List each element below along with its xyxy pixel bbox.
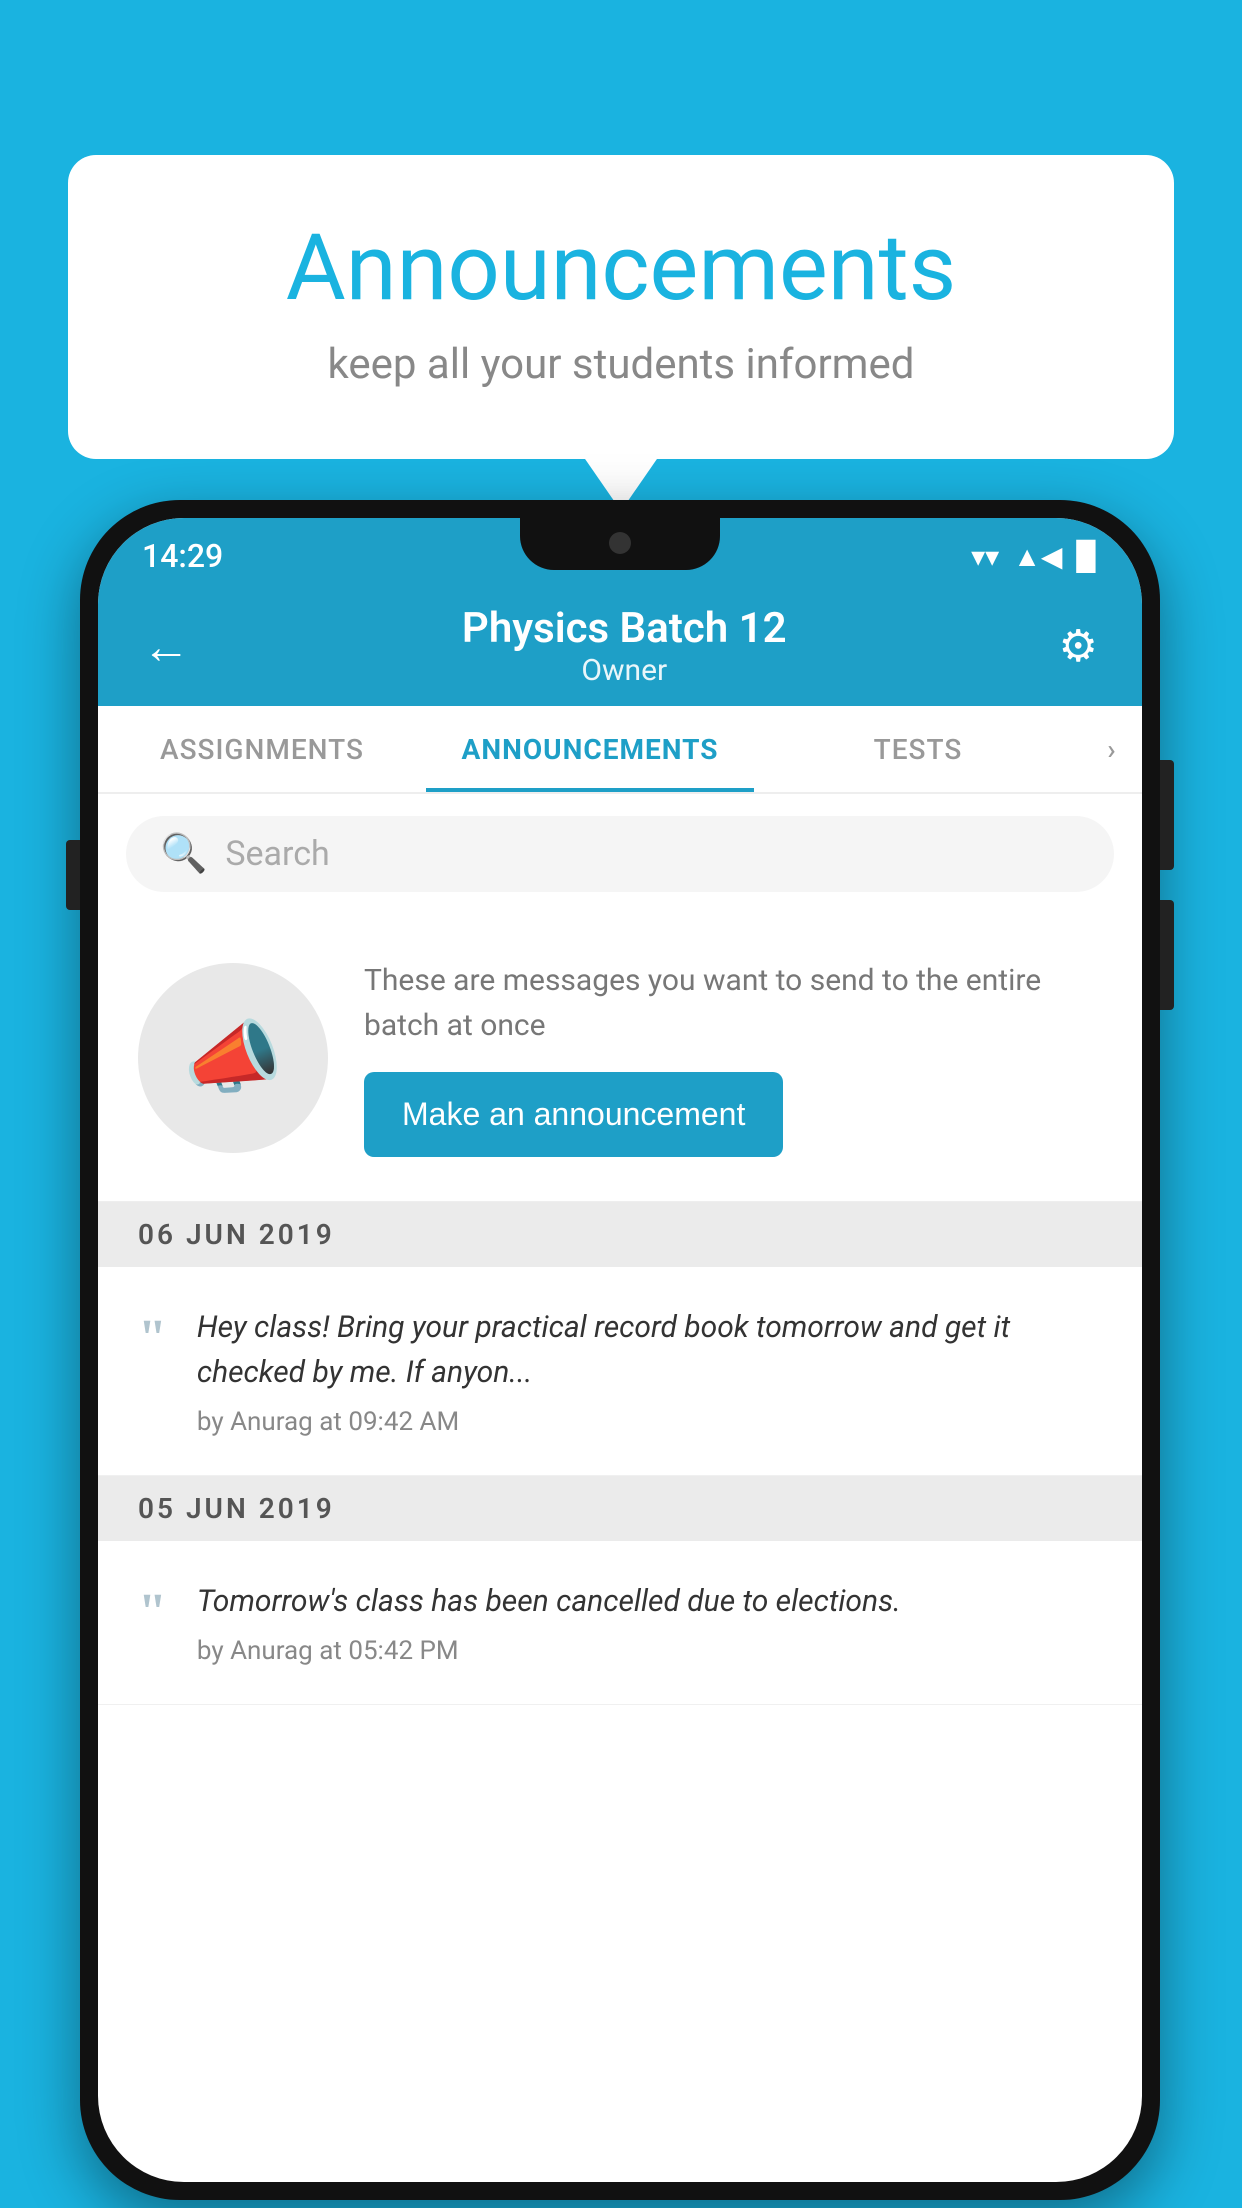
app-header: ← Physics Batch 12 Owner ⚙ — [98, 586, 1142, 706]
header-title: Physics Batch 12 — [462, 604, 787, 653]
announcement-item-2[interactable]: " Tomorrow's class has been cancelled du… — [98, 1541, 1142, 1705]
megaphone-icon: 📣 — [183, 1011, 283, 1105]
power-button-2 — [1160, 900, 1174, 1010]
megaphone-circle: 📣 — [138, 963, 328, 1153]
date-divider-2: 05 JUN 2019 — [98, 1476, 1142, 1541]
status-time: 14:29 — [142, 537, 223, 575]
tabs-container: ASSIGNMENTS ANNOUNCEMENTS TESTS › — [98, 706, 1142, 794]
header-center: Physics Batch 12 Owner — [462, 604, 787, 688]
signal-icon: ▲◀ — [1013, 540, 1062, 573]
announcement-content-1: Hey class! Bring your practical record b… — [197, 1305, 1102, 1437]
promo-content: These are messages you want to send to t… — [364, 958, 1102, 1157]
date-divider-1: 06 JUN 2019 — [98, 1202, 1142, 1267]
phone-mockup: 14:29 ▾▾ ▲◀ ▉ ← Physics Batch 12 Owner ⚙ — [80, 500, 1160, 2200]
phone-screen: 14:29 ▾▾ ▲◀ ▉ ← Physics Batch 12 Owner ⚙ — [98, 518, 1142, 2182]
power-button — [1160, 760, 1174, 870]
tab-assignments[interactable]: ASSIGNMENTS — [98, 706, 426, 792]
volume-button — [66, 840, 80, 910]
phone-outer: 14:29 ▾▾ ▲◀ ▉ ← Physics Batch 12 Owner ⚙ — [80, 500, 1160, 2200]
status-icons: ▾▾ ▲◀ ▉ — [971, 540, 1098, 573]
bubble-subtitle: keep all your students informed — [148, 340, 1094, 389]
header-subtitle: Owner — [462, 653, 787, 688]
speech-bubble-container: Announcements keep all your students inf… — [68, 155, 1174, 459]
wifi-icon: ▾▾ — [971, 540, 999, 573]
tab-announcements[interactable]: ANNOUNCEMENTS — [426, 706, 754, 792]
announcement-content-2: Tomorrow's class has been cancelled due … — [197, 1579, 1102, 1666]
phone-notch — [520, 518, 720, 570]
tab-more[interactable]: › — [1082, 706, 1142, 792]
announcement-text-1: Hey class! Bring your practical record b… — [197, 1305, 1102, 1395]
tab-tests[interactable]: TESTS — [754, 706, 1082, 792]
announcement-author-2: by Anurag at 05:42 PM — [197, 1636, 1102, 1666]
camera-dot — [609, 532, 631, 554]
bubble-title: Announcements — [148, 215, 1094, 322]
back-button[interactable]: ← — [142, 618, 190, 675]
search-bar[interactable]: 🔍 Search — [126, 816, 1114, 892]
speech-bubble: Announcements keep all your students inf… — [68, 155, 1174, 459]
search-icon: 🔍 — [160, 832, 207, 876]
announcement-author-1: by Anurag at 09:42 AM — [197, 1407, 1102, 1437]
announcement-item-1[interactable]: " Hey class! Bring your practical record… — [98, 1267, 1142, 1476]
promo-section: 📣 These are messages you want to send to… — [98, 914, 1142, 1202]
settings-icon[interactable]: ⚙ — [1059, 620, 1098, 672]
announcement-text-2: Tomorrow's class has been cancelled due … — [197, 1579, 1102, 1624]
promo-description: These are messages you want to send to t… — [364, 958, 1102, 1048]
search-input[interactable]: Search — [225, 834, 329, 874]
quote-icon: " — [138, 1313, 167, 1365]
make-announcement-button[interactable]: Make an announcement — [364, 1072, 783, 1157]
battery-icon: ▉ — [1076, 540, 1098, 573]
quote-icon-2: " — [138, 1587, 167, 1639]
search-container: 🔍 Search — [98, 794, 1142, 914]
